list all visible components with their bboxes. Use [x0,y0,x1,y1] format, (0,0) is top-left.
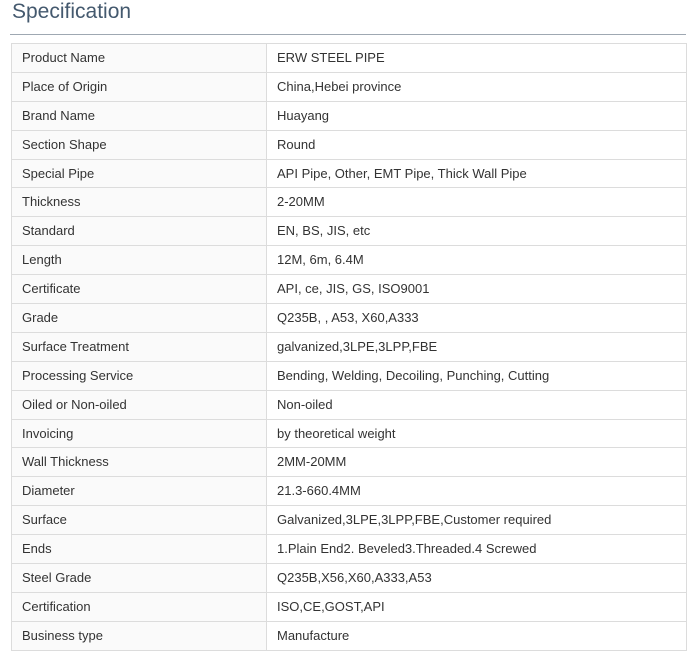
spec-row-standard: Standard EN, BS, JIS, etc [11,216,687,247]
spec-label: Certification [11,591,267,622]
spec-row-length: Length 12M, 6m, 6.4M [11,245,687,276]
spec-label: Business type [11,620,267,651]
spec-row-surface-treatment: Surface Treatment galvanized,3LPE,3LPP,F… [11,331,687,362]
spec-value: 2-20MM [266,187,687,218]
spec-value: Huayang [266,100,687,131]
spec-label: Standard [11,216,267,247]
spec-value: by theoretical weight [266,418,687,449]
spec-row-surface: Surface Galvanized,3LPE,3LPP,FBE,Custome… [11,505,687,536]
spec-label: Wall Thickness [11,447,267,478]
spec-row-place-of-origin: Place of Origin China,Hebei province [11,71,687,102]
specification-table: Product Name ERW STEEL PIPE Place of Ori… [11,43,687,651]
spec-row-section-shape: Section Shape Round [11,129,687,160]
spec-row-diameter: Diameter 21.3-660.4MM [11,476,687,507]
spec-value: API, ce, JIS, GS, ISO9001 [266,274,687,305]
spec-row-ends: Ends 1.Plain End2. Beveled3.Threaded.4 S… [11,534,687,565]
spec-value: ISO,CE,GOST,API [266,591,687,622]
title-divider [10,34,686,35]
spec-row-oiled-or-non-oiled: Oiled or Non-oiled Non-oiled [11,389,687,420]
spec-row-wall-thickness: Wall Thickness 2MM-20MM [11,447,687,478]
spec-value: 1.Plain End2. Beveled3.Threaded.4 Screwe… [266,534,687,565]
spec-label: Diameter [11,476,267,507]
spec-value: 12M, 6m, 6.4M [266,245,687,276]
spec-label: Surface [11,505,267,536]
spec-row-business-type: Business type Manufacture [11,620,687,651]
spec-row-processing-service: Processing Service Bending, Welding, Dec… [11,360,687,391]
spec-value: ERW STEEL PIPE [266,43,687,73]
spec-row-brand-name: Brand Name Huayang [11,100,687,131]
spec-label: Thickness [11,187,267,218]
spec-label: Product Name [11,43,267,73]
spec-value: 21.3-660.4MM [266,476,687,507]
spec-label: Place of Origin [11,71,267,102]
spec-value: Q235B, , A53, X60,A333 [266,303,687,333]
spec-value: Non-oiled [266,389,687,420]
spec-label: Surface Treatment [11,331,267,362]
spec-value: China,Hebei province [266,71,687,102]
spec-label: Section Shape [11,129,267,160]
spec-row-product-name: Product Name ERW STEEL PIPE [11,43,687,73]
spec-value: 2MM-20MM [266,447,687,478]
spec-row-special-pipe: Special Pipe API Pipe, Other, EMT Pipe, … [11,158,687,189]
spec-value: Manufacture [266,620,687,651]
spec-label: Brand Name [11,100,267,131]
spec-value: Q235B,X56,X60,A333,A53 [266,563,687,593]
spec-label: Ends [11,534,267,565]
spec-value: EN, BS, JIS, etc [266,216,687,247]
spec-label: Length [11,245,267,276]
spec-value: Galvanized,3LPE,3LPP,FBE,Customer requir… [266,505,687,536]
spec-row-thickness: Thickness 2-20MM [11,187,687,218]
spec-label: Invoicing [11,418,267,449]
section-title: Specification [12,0,132,23]
spec-label: Special Pipe [11,158,267,189]
spec-label: Steel Grade [11,563,267,593]
spec-label: Oiled or Non-oiled [11,389,267,420]
spec-row-certificate: Certificate API, ce, JIS, GS, ISO9001 [11,274,687,305]
spec-row-invoicing: Invoicing by theoretical weight [11,418,687,449]
spec-value: API Pipe, Other, EMT Pipe, Thick Wall Pi… [266,158,687,189]
spec-row-certification: Certification ISO,CE,GOST,API [11,591,687,622]
spec-label: Processing Service [11,360,267,391]
spec-label: Grade [11,303,267,333]
spec-value: galvanized,3LPE,3LPP,FBE [266,331,687,362]
spec-value: Round [266,129,687,160]
spec-label: Certificate [11,274,267,305]
spec-row-steel-grade: Steel Grade Q235B,X56,X60,A333,A53 [11,563,687,593]
spec-value: Bending, Welding, Decoiling, Punching, C… [266,360,687,391]
spec-row-grade: Grade Q235B, , A53, X60,A333 [11,303,687,333]
